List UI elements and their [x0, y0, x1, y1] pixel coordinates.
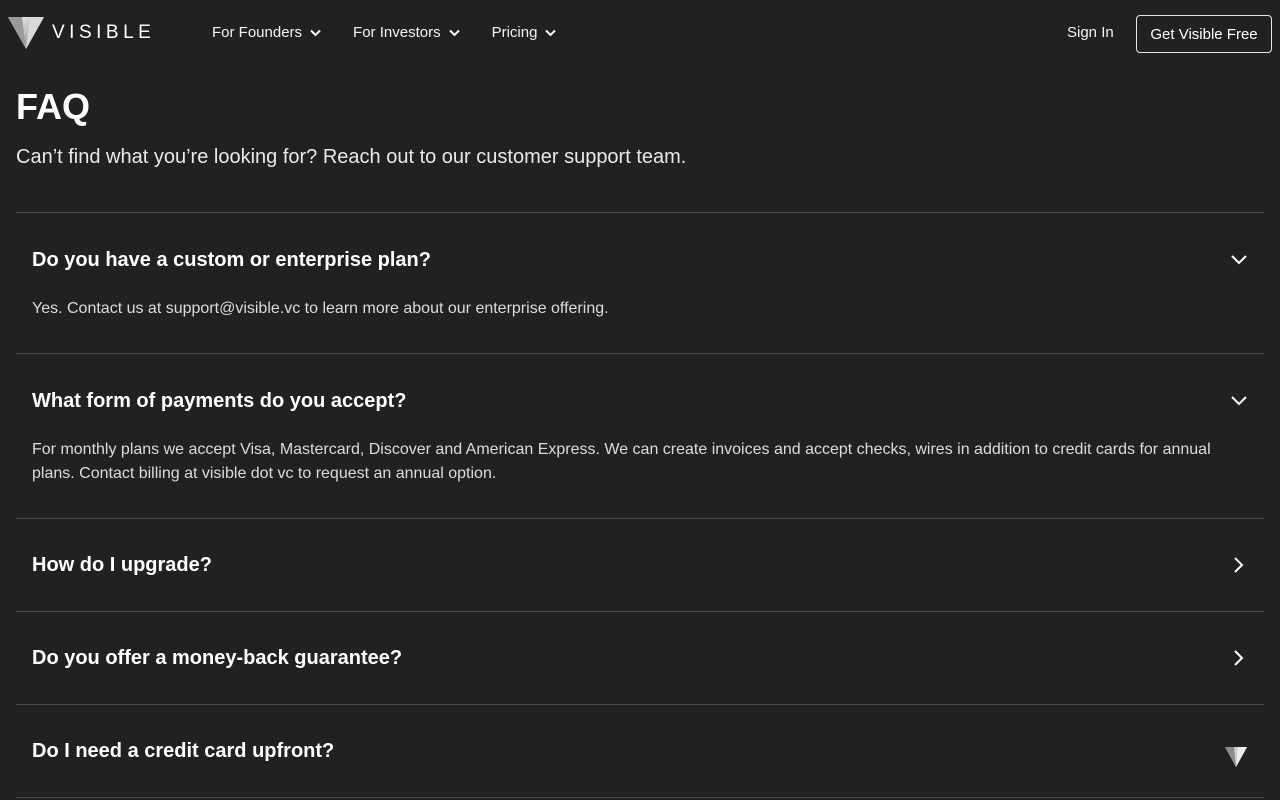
- chevron-down-icon: [310, 29, 321, 36]
- chevron-right-icon: [1230, 556, 1248, 574]
- nav-for-investors[interactable]: For Investors: [353, 24, 460, 41]
- faq-question-toggle[interactable]: Do you have a custom or enterprise plan?: [16, 213, 1264, 307]
- faq-item: Do I need a credit card upfront?: [16, 704, 1264, 798]
- nav-for-founders[interactable]: For Founders: [212, 24, 321, 41]
- faq-question-toggle[interactable]: Do I need a credit card upfront?: [16, 705, 1264, 797]
- faq-item: Do you offer a money-back guarantee?: [16, 611, 1264, 704]
- visible-logo-icon[interactable]: [1225, 747, 1247, 767]
- faq-item: How do I upgrade?: [16, 518, 1264, 611]
- faq-item: Do you have a custom or enterprise plan?…: [16, 212, 1264, 353]
- page-subtitle: Can’t find what you’re looking for? Reac…: [16, 146, 687, 168]
- nav-label: For Founders: [212, 24, 303, 41]
- faq-question-toggle[interactable]: What form of payments do you accept?: [16, 354, 1264, 448]
- faq-item: What form of payments do you accept? For…: [16, 353, 1264, 518]
- nav-label: Pricing: [491, 24, 538, 41]
- nav-label: For Investors: [353, 24, 441, 41]
- faq-question-toggle[interactable]: Do you offer a money-back guarantee?: [16, 612, 1264, 704]
- page-title: FAQ: [16, 86, 91, 127]
- brand-logo[interactable]: VISIBLE: [8, 17, 155, 49]
- faq-question: Do you offer a money-back guarantee?: [32, 646, 403, 669]
- faq-question-toggle[interactable]: How do I upgrade?: [16, 519, 1264, 611]
- chevron-down-icon: [1230, 251, 1248, 269]
- chevron-down-icon: [545, 29, 557, 36]
- faq-question: How do I upgrade?: [32, 553, 212, 576]
- faq-question: What form of payments do you accept?: [32, 389, 407, 412]
- chevron-down-icon: [1230, 392, 1248, 410]
- brand-name: VISIBLE: [52, 22, 156, 43]
- main-nav: For Founders For Investors Pricing: [212, 24, 557, 41]
- visible-logo-icon: [8, 17, 44, 49]
- sign-in-link[interactable]: Sign In: [1067, 24, 1114, 41]
- chevron-down-icon: [448, 29, 460, 36]
- faq-question: Do you have a custom or enterprise plan?: [32, 248, 431, 271]
- nav-pricing[interactable]: Pricing: [492, 24, 557, 41]
- faq-list: Do you have a custom or enterprise plan?…: [16, 212, 1264, 798]
- top-navigation: VISIBLE For Founders For Investors Prici…: [0, 0, 1280, 68]
- faq-question: Do I need a credit card upfront?: [32, 739, 335, 762]
- faq-answer: For monthly plans we accept Visa, Master…: [32, 441, 1211, 482]
- faq-answer: Yes. Contact us at support@visible.vc to…: [32, 300, 609, 317]
- chevron-right-icon: [1230, 649, 1248, 667]
- get-visible-free-button[interactable]: Get Visible Free: [1136, 15, 1272, 53]
